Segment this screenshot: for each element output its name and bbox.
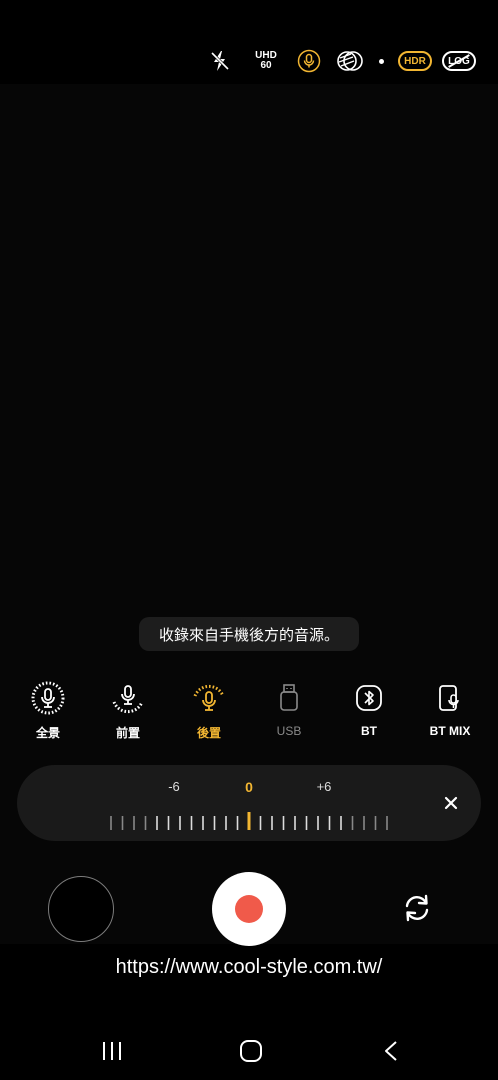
home-icon[interactable]	[236, 1036, 266, 1066]
gallery-thumbnail[interactable]	[48, 876, 114, 942]
bluetooth-icon	[349, 678, 389, 718]
front-mic-icon	[108, 678, 148, 718]
switch-camera-icon[interactable]	[392, 886, 442, 930]
record-button[interactable]	[212, 872, 286, 946]
stabilization-icon[interactable]	[334, 50, 366, 72]
usb-icon	[269, 678, 309, 718]
camera-top-bar: UHD 60 HDR LOG	[0, 0, 498, 84]
watermark-url: https://www.cool-style.com.tw/	[115, 956, 383, 978]
hdr-toggle[interactable]: HDR	[398, 51, 432, 71]
separator-dot	[376, 58, 386, 64]
close-icon[interactable]	[437, 789, 465, 817]
gain-max-label: +6	[316, 779, 332, 794]
mic-mode-bt-mix[interactable]: BT MIX	[410, 678, 490, 738]
top-settings-row: UHD 60 HDR LOG	[206, 46, 476, 76]
mic-mode-label: 全景	[35, 726, 60, 740]
omni-mic-icon	[28, 678, 68, 718]
mic-mode-label: BT	[361, 724, 377, 738]
mic-mode-selector: 全景 前置 後置 USB BT BT MIX	[0, 678, 498, 748]
log-toggle[interactable]: LOG	[442, 51, 476, 71]
rear-mic-icon	[189, 678, 229, 718]
mic-mode-usb[interactable]: USB	[249, 678, 329, 738]
framerate-label: 60	[260, 60, 272, 71]
flash-off-icon[interactable]	[206, 50, 234, 72]
record-icon	[235, 895, 263, 923]
mic-mode-front[interactable]: 前置	[88, 678, 168, 741]
recents-icon[interactable]	[97, 1036, 127, 1066]
mic-mode-label: 前置	[115, 726, 140, 740]
gain-min-label: -6	[168, 779, 180, 794]
mic-mode-omni[interactable]: 全景	[8, 678, 88, 741]
mic-mode-rear[interactable]: 後置	[169, 678, 249, 741]
back-icon[interactable]	[376, 1036, 406, 1066]
bt-mix-icon	[430, 678, 470, 718]
mic-mode-toast: 收錄來自手機後方的音源。	[139, 617, 359, 651]
video-resolution-button[interactable]: UHD 60	[246, 51, 286, 71]
mic-mode-label: USB	[276, 724, 302, 738]
mic-gain-panel: -6 0 +6	[17, 765, 481, 841]
mic-mode-label: 後置	[196, 726, 221, 740]
mic-mode-bt[interactable]: BT	[329, 678, 409, 738]
system-nav-bar	[0, 1028, 498, 1074]
gain-value-label: 0	[245, 779, 253, 795]
microphone-icon[interactable]	[294, 49, 324, 73]
gain-slider[interactable]	[109, 812, 389, 830]
mic-mode-label: BT MIX	[429, 724, 471, 738]
